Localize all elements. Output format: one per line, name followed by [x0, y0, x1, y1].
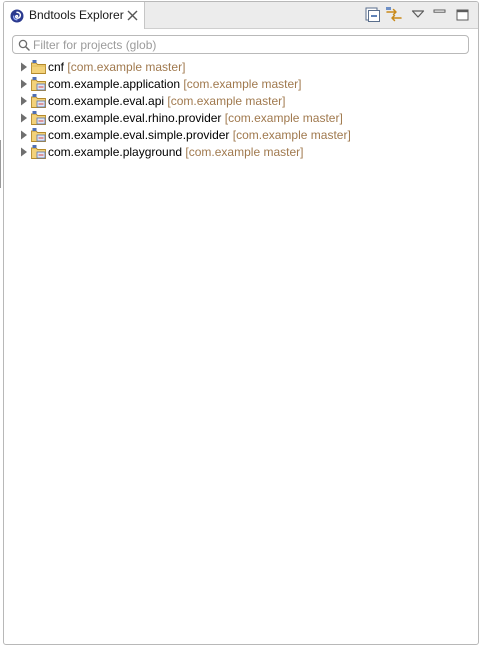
collapse-all-icon[interactable]	[363, 6, 381, 24]
project-name: com.example.eval.simple.provider	[48, 128, 230, 142]
sash-edge[interactable]	[0, 140, 1, 188]
expand-arrow-icon[interactable]	[20, 62, 28, 72]
git-decoration: [com.example master]	[67, 60, 186, 74]
bnd-project-icon	[31, 94, 46, 108]
git-decoration: [com.example master]	[167, 94, 286, 108]
expand-arrow-icon[interactable]	[20, 147, 28, 157]
project-tree: cnf [com.example master] com.example.app…	[4, 59, 478, 161]
minimize-icon[interactable]	[431, 6, 449, 24]
maximize-icon[interactable]	[454, 6, 472, 24]
project-name: com.example.eval.rhino.provider	[48, 111, 222, 125]
project-name: com.example.application	[48, 77, 181, 91]
expand-arrow-icon[interactable]	[20, 96, 28, 106]
project-folder-icon	[31, 60, 46, 74]
expand-arrow-icon[interactable]	[20, 130, 28, 140]
expand-arrow-icon[interactable]	[20, 113, 28, 123]
bndtools-explorer-view: Bndtools Explorer Filter for projects (g…	[3, 1, 479, 645]
bnd-project-icon	[31, 111, 46, 125]
view-tab-bar: Bndtools Explorer	[4, 2, 478, 29]
project-name: com.example.playground	[48, 145, 183, 159]
project-name: cnf	[48, 60, 65, 74]
tree-item-cnf[interactable]: cnf [com.example master]	[4, 59, 478, 76]
expand-arrow-icon[interactable]	[20, 79, 28, 89]
bnd-project-icon	[31, 145, 46, 159]
tab-title: Bndtools Explorer	[29, 8, 124, 22]
git-decoration: [com.example master]	[224, 111, 343, 125]
tree-item-application[interactable]: com.example.application [com.example mas…	[4, 76, 478, 93]
project-name: com.example.eval.api	[48, 94, 165, 108]
tree-item-playground[interactable]: com.example.playground [com.example mast…	[4, 144, 478, 161]
bnd-project-icon	[31, 128, 46, 142]
git-decoration: [com.example master]	[232, 128, 351, 142]
view-menu-icon[interactable]	[409, 6, 427, 24]
git-decoration: [com.example master]	[185, 145, 304, 159]
search-icon	[18, 39, 30, 51]
tree-item-eval-api[interactable]: com.example.eval.api [com.example master…	[4, 93, 478, 110]
link-with-editor-icon[interactable]	[385, 6, 403, 24]
filter-input[interactable]	[33, 36, 463, 53]
bndtools-logo-icon	[10, 9, 24, 23]
bnd-project-icon	[31, 77, 46, 91]
project-filter-field[interactable]	[12, 35, 469, 54]
tree-item-eval-rhino-provider[interactable]: com.example.eval.rhino.provider [com.exa…	[4, 110, 478, 127]
close-icon[interactable]	[126, 9, 139, 22]
tab-bndtools-explorer[interactable]: Bndtools Explorer	[4, 2, 145, 29]
git-decoration: [com.example master]	[183, 77, 302, 91]
tree-item-eval-simple-provider[interactable]: com.example.eval.simple.provider [com.ex…	[4, 127, 478, 144]
